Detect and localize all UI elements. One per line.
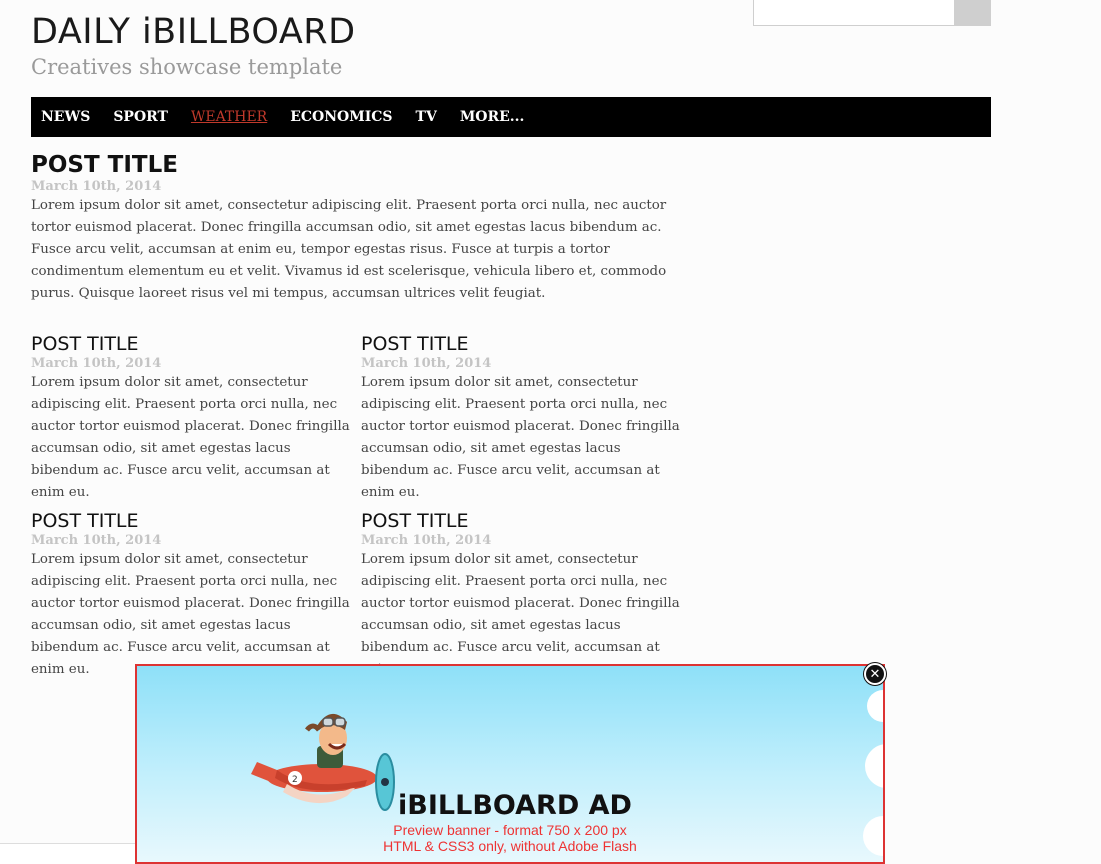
svg-text:2: 2 bbox=[292, 775, 298, 785]
ad-description: HTML & CSS3 only, without Adobe Flash bbox=[383, 838, 637, 854]
post-title[interactable]: POST TITLE bbox=[361, 332, 686, 356]
post-card: POST TITLE March 10th, 2014 Lorem ipsum … bbox=[31, 332, 356, 504]
post-date: March 10th, 2014 bbox=[31, 533, 162, 548]
post-date: March 10th, 2014 bbox=[361, 356, 492, 371]
search-button[interactable] bbox=[955, 0, 991, 26]
main-nav: NEWS SPORT WEATHER ECONOMICS TV MORE... bbox=[31, 97, 991, 137]
post-title[interactable]: POST TITLE bbox=[31, 332, 356, 356]
ad-description: Preview banner - format 750 x 200 px bbox=[393, 822, 627, 838]
post-body: Lorem ipsum dolor sit amet, consectetur … bbox=[31, 198, 667, 301]
post-date: March 10th, 2014 bbox=[31, 356, 162, 371]
post-title[interactable]: POST TITLE bbox=[361, 509, 686, 533]
search-input[interactable] bbox=[753, 0, 955, 26]
post-card: POST TITLE March 10th, 2014 Lorem ipsum … bbox=[361, 509, 686, 681]
site-subtitle: Creatives showcase template bbox=[31, 55, 343, 79]
post-body: Lorem ipsum dolor sit amet, consectetur … bbox=[31, 552, 350, 677]
close-icon[interactable]: ✕ bbox=[864, 663, 886, 685]
billboard-ad[interactable]: 2 iBILLBOARD AD Preview banner - format … bbox=[135, 664, 885, 864]
post-body: Lorem ipsum dolor sit amet, consectetur … bbox=[361, 552, 680, 677]
post-body: Lorem ipsum dolor sit amet, consectetur … bbox=[31, 375, 350, 500]
post-date: March 10th, 2014 bbox=[361, 533, 492, 548]
post-body: Lorem ipsum dolor sit amet, consectetur … bbox=[361, 375, 680, 500]
featured-post: POST TITLE March 10th, 2014 Lorem ipsum … bbox=[31, 151, 693, 305]
site-title: DAILY iBILLBOARD bbox=[31, 12, 356, 52]
post-card: POST TITLE March 10th, 2014 Lorem ipsum … bbox=[361, 332, 686, 504]
post-card: POST TITLE March 10th, 2014 Lorem ipsum … bbox=[31, 509, 356, 681]
ad-title: iBILLBOARD AD bbox=[398, 790, 632, 821]
nav-item-sport[interactable]: SPORT bbox=[113, 109, 168, 125]
post-date: March 10th, 2014 bbox=[31, 179, 162, 194]
nav-item-more[interactable]: MORE... bbox=[460, 109, 525, 125]
nav-item-tv[interactable]: TV bbox=[416, 109, 437, 125]
nav-item-economics[interactable]: ECONOMICS bbox=[290, 109, 392, 125]
post-title[interactable]: POST TITLE bbox=[31, 509, 356, 533]
nav-item-weather[interactable]: WEATHER bbox=[191, 109, 267, 125]
nav-item-news[interactable]: NEWS bbox=[41, 109, 90, 125]
post-title[interactable]: POST TITLE bbox=[31, 151, 693, 179]
